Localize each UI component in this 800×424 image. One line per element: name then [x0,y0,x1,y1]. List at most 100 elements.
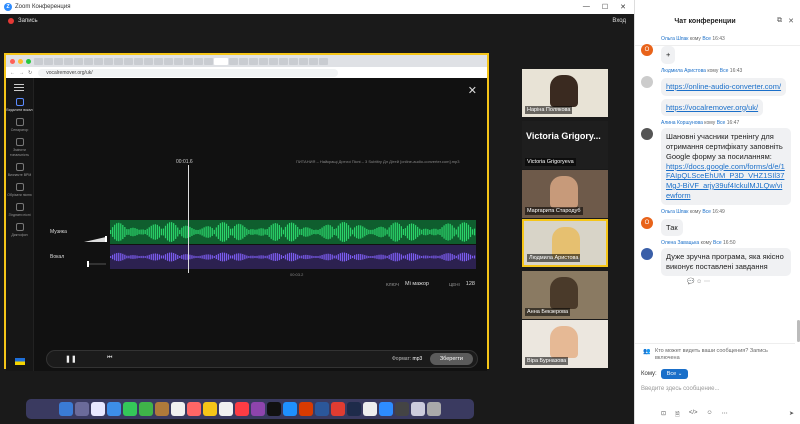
launchpad-icon[interactable] [75,402,89,416]
message-link[interactable]: https://online-audio-converter.com/ [666,82,781,91]
music-waveform[interactable] [110,220,476,244]
browser-tab[interactable] [54,57,63,65]
participant-tile-active-speaker[interactable]: Людмила Аристова [522,219,608,267]
sender-name[interactable]: Людмила Аристова [661,68,706,74]
browser-tab[interactable] [229,57,238,65]
message-link[interactable]: https://vocalremover.org/uk/ [666,103,758,112]
calendar-icon[interactable] [187,402,201,416]
close-icon[interactable]: ✕ [468,84,477,97]
maximize-button[interactable]: ☐ [602,3,608,11]
reload-icon[interactable]: ↻ [28,70,32,76]
pause-button[interactable]: ❚❚ [65,355,77,363]
browser-tab[interactable] [84,57,93,65]
browser-tab[interactable] [184,57,193,65]
exit-fullscreen-button[interactable]: Вход [612,18,626,24]
emoji-icon[interactable]: ☺ [696,279,702,285]
code-icon[interactable]: </> [689,410,698,420]
music-icon[interactable] [235,402,249,416]
notes-icon[interactable] [203,402,217,416]
save-button[interactable]: Зберегти [429,353,473,365]
participant-tile[interactable]: Маргарита Стародуб [522,170,608,218]
appstore-icon[interactable] [283,402,297,416]
ukraine-flag-icon[interactable] [15,358,25,365]
participant-tile[interactable]: Наріна Полякова [522,69,608,117]
menu-icon[interactable] [14,84,24,93]
reminders-icon[interactable] [219,402,233,416]
reply-icon[interactable]: 💬 [687,279,694,285]
sidebar-item-pitch[interactable]: Змінити тональність [6,138,33,157]
recipient-select[interactable]: Все ⌄ [660,369,689,379]
sender-name[interactable]: Ольга Шпак [661,36,689,42]
sidebar-item-recorder[interactable]: Диктофон [6,223,33,237]
sender-name[interactable]: Ольга Шпак [661,209,689,215]
browser-tab[interactable] [239,57,248,65]
contacts-icon[interactable] [155,402,169,416]
browser-tab[interactable] [114,57,123,65]
playhead[interactable] [188,165,189,273]
file-icon[interactable]: 🗎 [675,410,680,420]
sidebar-item-joiner[interactable]: З'єднати пісні [6,203,33,217]
podcasts-icon[interactable] [251,402,265,416]
browser-tab[interactable] [259,57,268,65]
browser-tab[interactable] [174,57,183,65]
browser-tab[interactable] [144,57,153,65]
participant-tile[interactable]: Віра Бурназова [522,320,608,368]
browser-tab[interactable] [94,57,103,65]
close-button[interactable]: ✕ [620,3,626,11]
browser-tab[interactable] [154,57,163,65]
sender-name[interactable]: Алина Коршунова [661,120,703,126]
browser-tab[interactable] [279,57,288,65]
zoom-icon[interactable] [379,402,393,416]
vocal-volume-slider[interactable] [84,254,110,267]
more-icon[interactable]: ⋯ [704,279,710,285]
format-selector[interactable]: Формат: mp3 [392,356,422,362]
forward-icon[interactable]: → [19,70,24,76]
popout-icon[interactable]: ⧉ [777,17,782,25]
browser-tab[interactable] [204,57,213,65]
mac-close-icon[interactable] [10,58,15,64]
browser-tab[interactable] [164,57,173,65]
video-icon[interactable] [395,402,409,416]
messages-icon[interactable] [123,402,137,416]
browser-tab[interactable] [44,57,53,65]
photos-icon[interactable] [171,402,185,416]
finder-icon[interactable] [59,402,73,416]
url-field[interactable]: vocalremover.org/uk/ [38,68,339,77]
browser-tab[interactable] [269,57,278,65]
browser-tab[interactable] [289,57,298,65]
browser-tab[interactable] [34,57,43,65]
skip-back-button[interactable]: ⏮ [107,355,112,362]
mac-zoom-icon[interactable] [26,58,31,64]
chat-input[interactable]: Введите здесь сообщение... [641,386,720,392]
music-volume-slider[interactable] [84,229,110,242]
browser-tab[interactable] [104,57,113,65]
mac-minimize-icon[interactable] [18,58,23,64]
vocal-waveform[interactable] [110,245,476,269]
sidebar-item-bpm[interactable]: Визначте BPM [6,162,33,177]
browser-tab[interactable] [299,57,308,65]
word-icon[interactable] [315,402,329,416]
emoji-picker-icon[interactable]: ☺ [707,410,713,420]
browser-tab[interactable] [134,57,143,65]
screenshot-icon[interactable]: ⊡ [661,410,666,420]
message-link[interactable]: https://docs.google.com/forms/d/e/1FAIpQ… [666,162,785,200]
tv-icon[interactable] [267,402,281,416]
mail-icon[interactable] [107,402,121,416]
downloads-icon[interactable] [411,402,425,416]
browser-tab[interactable] [249,57,258,65]
more-options-icon[interactable]: ⋯ [722,410,728,420]
chat-close-icon[interactable]: ✕ [788,17,794,25]
pdf-icon[interactable] [331,402,345,416]
mirror-icon[interactable] [347,402,361,416]
trash-icon[interactable] [427,402,441,416]
recording-indicator[interactable]: Запись [8,18,38,24]
back-icon[interactable]: ← [10,70,15,76]
minimize-button[interactable]: — [583,3,590,11]
participant-tile[interactable]: Анна Бекзерова [522,271,608,319]
browser-tab[interactable] [194,57,203,65]
browser-tab[interactable] [74,57,83,65]
browser-tab[interactable] [124,57,133,65]
participant-tile[interactable]: Victoria Grigory... Victoria Grigoryeva [522,121,608,169]
browser-tab-active[interactable] [214,57,228,65]
safari-icon[interactable] [91,402,105,416]
